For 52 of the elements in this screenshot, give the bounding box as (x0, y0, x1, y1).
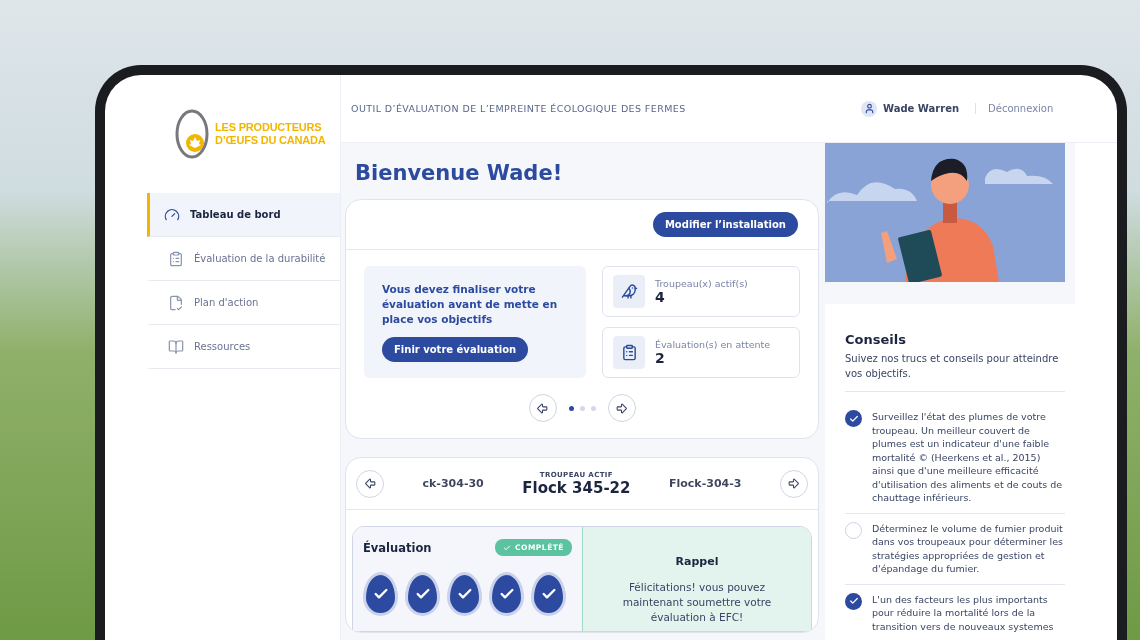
arrow-left-icon (536, 401, 549, 415)
book-icon (168, 338, 184, 355)
reminder-title: Rappel (675, 555, 719, 568)
active-flock-name: Flock 345-22 (522, 478, 631, 497)
app-title: OUTIL D’ÉVALUATION DE L’EMPREINTE ÉCOLOGIQUE DES FERMES (351, 103, 687, 114)
stat-value: 4 (655, 289, 666, 305)
bird-icon (613, 275, 645, 308)
pager-dot[interactable] (590, 405, 596, 411)
tip-checkbox[interactable] (845, 521, 862, 539)
flock-name[interactable]: Flock-304-3 (669, 477, 742, 490)
sidebar-item[interactable]: Ressources (147, 325, 340, 369)
tips-title: Conseils (845, 332, 907, 347)
arrow-right-icon (615, 401, 628, 415)
tip-checkbox[interactable] (845, 592, 862, 610)
stat-label: Troupeau(x) actif(s) (655, 278, 748, 289)
check-icon (848, 413, 859, 424)
flock-name[interactable]: ck-304-30 (422, 477, 484, 490)
arrow-right-icon (787, 477, 801, 490)
sidebar-item[interactable]: Tableau de bord (147, 193, 340, 237)
stat-value: 2 (655, 350, 666, 366)
check-icon (848, 596, 859, 606)
clipboard-icon (613, 336, 645, 369)
tip-checkbox[interactable] (845, 410, 862, 427)
sidebar-item[interactable]: Plan d'action (147, 281, 340, 325)
evaluation-title: Évaluation (363, 540, 432, 555)
edit-setup-button[interactable]: Modifier l’installation (652, 212, 798, 237)
user-name: Wade Warren (883, 103, 960, 114)
tip-text: Surveillez l'état des plumes de votre troupeau. Un meilleur couvert de plumes est un indicateur d'une faible mortalité © (Heerkens et al., 2015) ainsi que d'une meilleure efficacité d'utilisation des aliments et de couts de chauttage inférieurs. (872, 410, 1064, 505)
checklist-icon (168, 294, 184, 311)
logo-text: D’ŒUFS DU CANADA (215, 134, 326, 147)
user-icon (861, 100, 877, 117)
stat-label: Évaluation(s) en attente (655, 339, 771, 350)
gauge-icon (164, 206, 180, 223)
next-button[interactable] (779, 469, 808, 498)
pager-dot[interactable] (568, 405, 574, 411)
tips-subtitle: Suivez nos trucs et conseils pour atteindre vos objectifs. (845, 351, 1065, 392)
next-button[interactable] (607, 394, 636, 422)
clipboard-icon (168, 250, 184, 267)
arrow-left-icon (363, 477, 377, 490)
sidebar-item[interactable]: Évaluation de la durabilité (147, 237, 340, 281)
finish-evaluation-button[interactable]: Finir votre évaluation (382, 337, 529, 362)
pager-dot[interactable] (579, 405, 585, 411)
egg-logo-icon (173, 107, 211, 161)
welcome-heading: Bienvenue Wade! (355, 161, 564, 185)
previous-button[interactable] (528, 394, 557, 422)
tip-text: L'un des facteurs les plus importants pour réduire la mortalité lors de la transition vers de nouveaux systemes (872, 592, 1055, 633)
logout-link[interactable]: Déconnexion (975, 103, 1054, 114)
logo-text: LES PRODUCTEURS (215, 121, 323, 134)
tip-text: Déterminez le volume de fumier produit dans vos troupeaux pour déterminer les stratégies appropriées de gestion et d'épandage du fumier. (872, 521, 1064, 576)
message-text: Vous devez finaliser votre évaluation avant de mette en place vos objectifs (382, 282, 559, 327)
previous-button[interactable] (356, 469, 384, 498)
reminder-text: Félicitations! vous pouvez maintenant soumettre votre évaluation à EFC! (621, 580, 773, 625)
